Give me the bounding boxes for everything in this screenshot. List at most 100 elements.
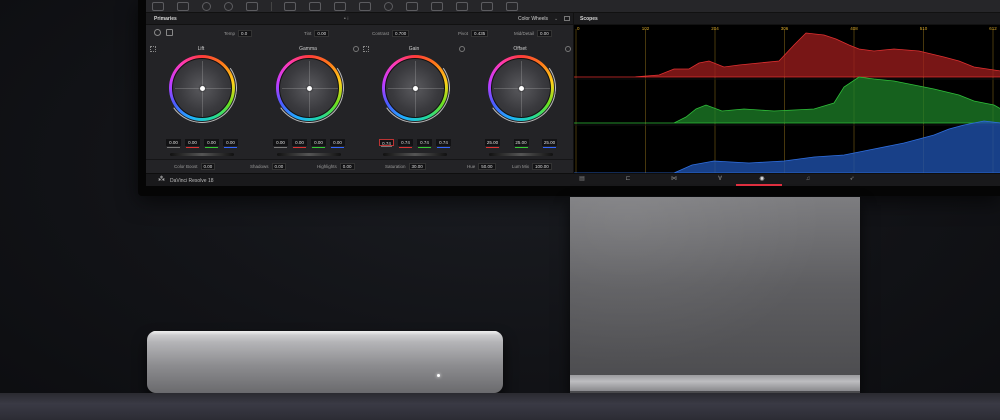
pivot-control[interactable]: Pivot 0.435: [458, 30, 489, 37]
magic-mask-icon[interactable]: [406, 1, 418, 11]
lift-g-value[interactable]: 0.00: [204, 139, 219, 148]
motion-effects-icon[interactable]: [246, 1, 258, 11]
3d-icon[interactable]: [506, 1, 518, 11]
offset-values: 25.00 25.00 25.00: [485, 139, 557, 148]
gamma-master-slider[interactable]: [277, 153, 341, 156]
gain-wheel-handle[interactable]: [413, 86, 418, 91]
rgb-mixer-icon[interactable]: [224, 1, 233, 11]
camera-raw-icon[interactable]: [152, 1, 164, 11]
offset-master-slider[interactable]: [489, 153, 553, 156]
lift-b-value[interactable]: 0.00: [223, 139, 238, 148]
primaries-panel: Primaries • ⁝ Color Wheels ⌄ Temp 0.0 Ti…: [146, 13, 573, 173]
hue-field[interactable]: 50.00: [478, 163, 496, 170]
highlights-field[interactable]: 0.00: [339, 163, 355, 170]
highlights-control[interactable]: Highlights 0.00: [317, 163, 355, 170]
color-warper-icon[interactable]: [309, 1, 321, 11]
curves-icon[interactable]: [284, 1, 296, 11]
pivot-field[interactable]: 0.435: [471, 30, 489, 37]
scope-tick-label: 612: [989, 26, 997, 31]
lift-wheel-handle[interactable]: [200, 86, 205, 91]
edit-page-icon[interactable]: ⋈: [670, 176, 678, 183]
gamma-y-value[interactable]: 0.00: [273, 139, 288, 148]
gain-y-value[interactable]: 0.74: [379, 139, 394, 147]
scope-tick-label: 204: [711, 26, 719, 31]
color-wheels-icon[interactable]: [202, 1, 211, 11]
auto-balance-icon[interactable]: [166, 29, 173, 36]
gamma-b-value[interactable]: 0.00: [330, 139, 345, 148]
lum-mix-label: Lum Mix: [512, 164, 530, 169]
contrast-field[interactable]: 0.700: [392, 30, 410, 37]
lift-master-slider[interactable]: [170, 153, 234, 156]
color-match-icon[interactable]: [177, 1, 189, 11]
offset-color-wheel[interactable]: [488, 55, 554, 121]
lift-r-value[interactable]: 0.00: [185, 139, 200, 148]
offset-g-value[interactable]: 25.00: [513, 139, 529, 148]
temp-field[interactable]: 0.0: [238, 30, 253, 37]
saturation-control[interactable]: Saturation 30.00: [385, 163, 426, 170]
gain-g-value[interactable]: 0.74: [417, 139, 432, 148]
gamma-color-wheel[interactable]: [276, 55, 342, 121]
hue-control[interactable]: Hue 50.00: [467, 163, 496, 170]
lift-y-value[interactable]: 0.00: [166, 139, 181, 148]
lum-mix-field[interactable]: 100.00: [532, 163, 552, 170]
fusion-page-icon[interactable]: ∀: [716, 176, 724, 183]
offset-wheel-handle[interactable]: [519, 86, 524, 91]
page-dots[interactable]: • ⁝: [344, 16, 349, 22]
color-boost-control[interactable]: Color Boost 0.00: [174, 163, 216, 170]
chevron-down-icon[interactable]: ⌄: [554, 16, 558, 22]
color-boost-label: Color Boost: [174, 164, 198, 169]
saturation-field[interactable]: 30.00: [408, 163, 426, 170]
lift-color-wheel[interactable]: [169, 55, 235, 121]
shadows-control[interactable]: Shadows 0.00: [250, 163, 287, 170]
saturation-label: Saturation: [385, 164, 406, 169]
key-icon[interactable]: [456, 1, 468, 11]
blur-icon[interactable]: [431, 1, 443, 11]
gain-values: 0.74 0.74 0.74 0.74: [379, 139, 451, 148]
gain-label: Gain: [408, 46, 420, 52]
gain-reset-icon[interactable]: [459, 46, 465, 52]
clock-icon[interactable]: [154, 29, 161, 36]
temp-control[interactable]: Temp 0.0: [224, 30, 253, 37]
tint-control[interactable]: Tint 0.00: [304, 30, 330, 37]
middetail-field[interactable]: 0.00: [537, 30, 552, 37]
color-page-icon[interactable]: ◉: [758, 176, 766, 183]
qualifier-icon[interactable]: [334, 1, 346, 11]
tracker-icon[interactable]: [384, 1, 393, 11]
pivot-label: Pivot: [458, 31, 469, 36]
gain-master-slider[interactable]: [383, 153, 447, 156]
lum-mix-control[interactable]: Lum Mix 100.00: [512, 163, 552, 170]
offset-b-value[interactable]: 25.00: [542, 139, 557, 148]
offset-r-value[interactable]: 25.00: [485, 139, 500, 148]
contrast-control[interactable]: Contrast 0.700: [372, 30, 410, 37]
gain-b-value[interactable]: 0.74: [436, 139, 451, 148]
power-led: [437, 374, 440, 377]
middetail-control[interactable]: Mid/Detail 0.00: [514, 30, 552, 37]
gamma-wheel-block: Gamma 0.00 0.00 0.00 0.00: [255, 43, 361, 156]
sizing-icon[interactable]: [481, 1, 493, 11]
gamma-wheel-handle[interactable]: [307, 86, 312, 91]
gamma-reset-icon[interactable]: [353, 46, 359, 52]
deliver-page-icon[interactable]: ➶: [848, 176, 856, 183]
gain-r-value[interactable]: 0.74: [398, 139, 413, 148]
scope-tick-label: 0: [577, 26, 580, 31]
page-switcher: ▤ ⊏ ⋈ ∀ ◉ ♫ ➶: [578, 174, 878, 186]
color-boost-field[interactable]: 0.00: [200, 163, 216, 170]
fairlight-page-icon[interactable]: ♫: [804, 176, 812, 183]
window-icon[interactable]: [359, 1, 371, 11]
gamma-values: 0.00 0.00 0.00 0.00: [273, 139, 345, 148]
offset-reset-icon[interactable]: [565, 46, 571, 52]
cut-page-icon[interactable]: ⊏: [624, 176, 632, 183]
contrast-label: Contrast: [372, 31, 390, 36]
media-page-icon[interactable]: ▤: [578, 176, 586, 183]
gain-color-wheel[interactable]: [382, 55, 448, 121]
panel-title: Primaries: [154, 15, 177, 22]
shadows-field[interactable]: 0.00: [271, 163, 287, 170]
adjustment-row-bottom: Color Boost 0.00 Shadows 0.00 Highlights…: [146, 159, 573, 171]
mac-mini: [147, 331, 503, 393]
mode-dropdown[interactable]: Color Wheels: [518, 16, 548, 22]
gamma-g-value[interactable]: 0.00: [311, 139, 326, 148]
gamma-r-value[interactable]: 0.00: [292, 139, 307, 148]
tint-field[interactable]: 0.00: [314, 30, 330, 37]
parade-scope[interactable]: 0 102 204 306 408 510 612: [574, 25, 1000, 173]
reset-all-icon[interactable]: [564, 16, 570, 21]
